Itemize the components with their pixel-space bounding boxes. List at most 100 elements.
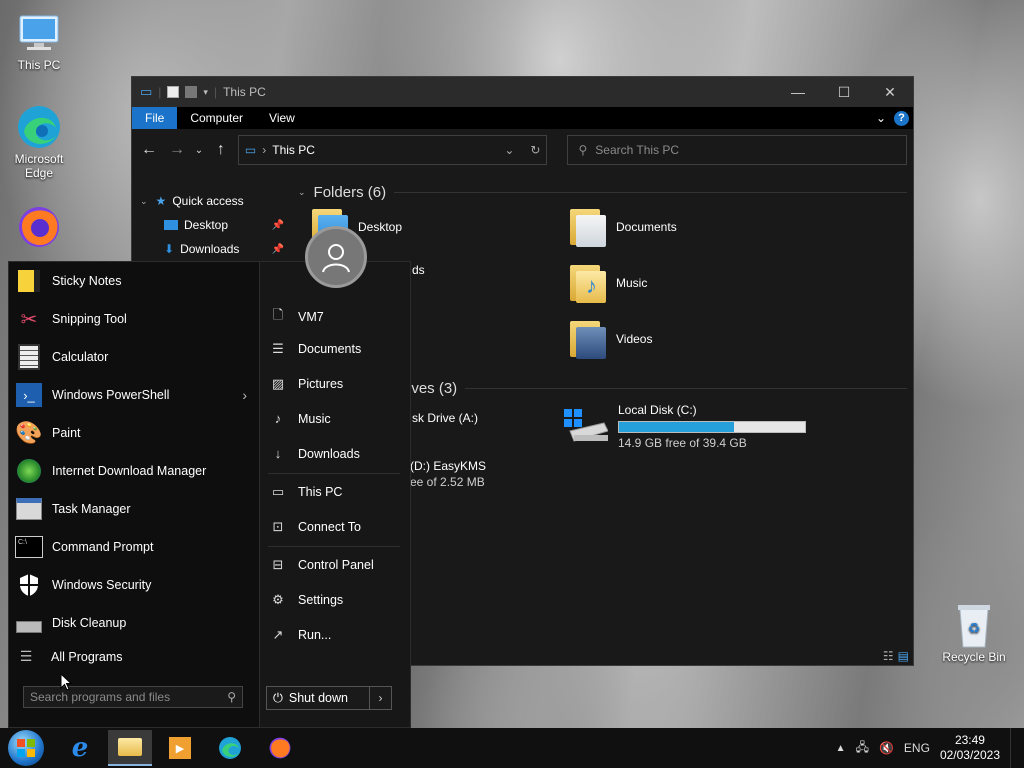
submenu-arrow-icon[interactable]: › [242,387,247,403]
shutdown-options-button[interactable]: › [370,686,392,710]
up-button[interactable]: ↑ [210,141,232,159]
minimize-button[interactable]: — [775,77,821,107]
program-task-manager[interactable]: Task Manager [9,490,259,528]
folder-music[interactable]: ♪ Music [570,263,647,303]
pin-icon[interactable]: 📌 [272,220,284,231]
place-run[interactable]: ↗ Run... [270,627,332,643]
taskbar-media-player[interactable]: ▶ [158,730,202,766]
program-disk-cleanup[interactable]: Disk Cleanup [9,604,259,642]
user-avatar[interactable] [305,226,367,288]
nav-quick-access[interactable]: ⌄ ★ Quick access [132,189,292,213]
pin-icon[interactable]: 📌 [272,244,284,255]
taskbar-firefox[interactable] [258,730,302,766]
power-icon: ⏻ [273,690,283,705]
firefox-desktop-icon[interactable] [2,204,76,252]
place-downloads[interactable]: ↓ Downloads [270,446,360,461]
place-label: Settings [298,593,344,607]
back-button[interactable]: ← [138,141,160,159]
edge-icon [15,104,63,150]
address-dropdown-icon[interactable]: ⌄ [504,143,514,157]
nav-item-desktop[interactable]: Desktop 📌 [132,213,292,237]
folder-label: ds [412,263,425,277]
media-player-icon: ▶ [169,737,191,759]
program-powershell[interactable]: ›_ Windows PowerShell › [9,376,259,414]
drive-a[interactable]: sk Drive (A:) [412,411,478,425]
customize-toolbar-icon[interactable]: ▾ [203,87,208,98]
place-music[interactable]: ♪ Music [270,411,331,426]
status-bar: ☷ ▤ [883,649,909,663]
close-button[interactable]: ✕ [867,77,913,107]
group-title: ives (3) [408,379,458,397]
place-this-pc[interactable]: ▭ This PC [270,484,343,500]
mouse-cursor-icon [60,672,73,694]
large-icons-view-icon[interactable]: ▤ [898,649,909,663]
language-indicator[interactable]: ENG [904,741,930,755]
internet-explorer-icon: e [71,733,89,763]
drives-group-header[interactable]: ives (3) [402,377,913,399]
address-text: This PC [272,143,315,157]
place-label: Music [298,411,331,426]
desktop-icon-edge[interactable]: Microsoft Edge [2,104,76,180]
nav-item-downloads[interactable]: ⬇ Downloads 📌 [132,237,292,261]
network-icon[interactable]: 🖧 [856,738,869,759]
forward-button[interactable]: → [166,141,188,159]
drive-d[interactable]: (D:) EasyKMS ee of 2.52 MB [410,459,486,489]
tab-computer[interactable]: Computer [177,107,256,129]
search-box[interactable]: ⚲ Search This PC [567,135,908,165]
help-icon[interactable]: ? [894,110,909,126]
place-pictures[interactable]: ▨ Pictures [270,376,343,392]
program-idm[interactable]: Internet Download Manager [9,452,259,490]
recycle-bin-icon: ♻ [950,602,998,648]
desktop-icon-recycle-bin[interactable]: ♻ Recycle Bin [937,602,1011,664]
tab-view[interactable]: View [256,107,308,129]
place-connect-to[interactable]: ⊡ Connect To [270,519,361,535]
folders-group-header[interactable]: ⌄ Folders (6) [292,181,913,203]
place-label: Documents [298,342,362,356]
expand-ribbon-icon[interactable]: ⌄ [876,111,886,125]
show-hidden-icons-icon[interactable]: ▲ [836,743,846,754]
nav-label: Desktop [184,218,229,232]
folder-downloads[interactable]: ds [412,263,425,277]
desktop-icon-this-pc[interactable]: This PC [2,10,76,72]
folder-documents[interactable]: Documents [570,207,677,247]
start-button[interactable] [8,730,44,766]
collapse-chevron-icon[interactable]: ⌄ [140,196,148,207]
program-snipping-tool[interactable]: ✂ Snipping Tool [9,300,259,338]
shutdown-button[interactable]: ⏻ Shut down [266,686,370,710]
place-control-panel[interactable]: ⊟ Control Panel [270,557,374,573]
all-programs-button[interactable]: ☰ All Programs [15,648,123,665]
details-view-icon[interactable]: ☷ [883,649,894,663]
folder-label: Music [616,276,648,290]
refresh-icon[interactable]: ↻ [530,143,540,157]
content-pane: ⌄ Folders (6) Desktop Documents ds ♪ Mus… [292,181,913,489]
properties-icon[interactable] [167,86,180,98]
folder-videos[interactable]: Videos [570,319,652,359]
star-icon: ★ [155,194,167,208]
program-windows-security[interactable]: Windows Security [9,566,259,604]
maximize-button[interactable]: ☐ [821,77,867,107]
show-desktop-button[interactable] [1010,728,1014,768]
recent-locations-button[interactable]: ⌄ [194,145,204,156]
place-user[interactable]: 🗋 VM7 [270,306,324,328]
folder-label: Videos [616,332,653,346]
taskbar-edge[interactable] [208,730,252,766]
taskbar-file-explorer[interactable] [108,730,152,766]
monitor-icon: ▭ [271,484,285,499]
place-documents[interactable]: ☰ Documents [270,341,361,357]
videos-folder-icon [570,319,606,359]
volume-muted-icon[interactable]: 🔇 [879,741,894,755]
taskbar-internet-explorer[interactable]: e [58,730,102,766]
clock[interactable]: 23:49 02/03/2023 [940,733,1000,763]
program-command-prompt[interactable]: C:\ Command Prompt [9,528,259,566]
program-sticky-notes[interactable]: Sticky Notes [9,262,259,300]
program-paint[interactable]: 🎨 Paint [9,414,259,452]
program-calculator[interactable]: Calculator [9,338,259,376]
search-icon: ⚲ [578,143,588,157]
start-search-input[interactable]: Search programs and files ⚲ [23,686,243,708]
address-bar[interactable]: ▭ › This PC ⌄ ↻ [237,135,548,165]
pictures-icon: ▨ [271,376,285,391]
new-folder-icon[interactable] [185,86,198,98]
drive-c[interactable]: Local Disk (C:) 14.9 GB free of 39.4 GB [564,403,806,450]
tab-file[interactable]: File [132,107,178,129]
place-settings[interactable]: ⚙ Settings [270,592,343,608]
